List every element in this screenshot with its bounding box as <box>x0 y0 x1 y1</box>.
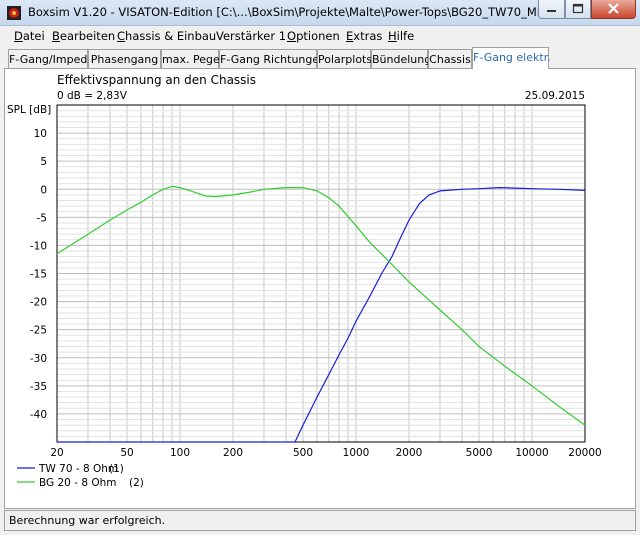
x-tick-label: 20000 <box>568 447 601 459</box>
tab-bar: F-Gang/Imped. Phasengang max. Pegel F-Ga… <box>4 47 636 69</box>
menu-extras[interactable]: Extras <box>346 29 382 43</box>
tab-polarplots[interactable]: Polarplots <box>317 49 372 68</box>
x-tick-label: 100 <box>170 447 190 459</box>
tab-chassis[interactable]: Chassis <box>428 49 472 68</box>
window-title: Boxsim V1.20 - VISATON-Edition [C:\...\B… <box>28 5 578 19</box>
minimize-icon <box>547 10 556 12</box>
x-tick-label: 5000 <box>466 447 493 459</box>
menu-bar: Datei Bearbeiten Chassis & Einbau Verstä… <box>4 27 636 46</box>
y-tick-label: 10 <box>34 128 47 140</box>
tab-buendelung[interactable]: Bündelung <box>371 49 431 68</box>
x-tick-label: 500 <box>293 447 313 459</box>
close-icon <box>608 3 619 14</box>
x-tick-label: 10000 <box>515 447 548 459</box>
x-tick-labels: 20 50 100 200 500 1000 2000 5000 10000 20000 <box>50 447 601 459</box>
chart-panel: Effektivspannung an den Chassis 0 dB = 2… <box>4 69 636 509</box>
menu-bearbeiten[interactable]: Bearbeiten <box>52 29 115 43</box>
y-tick-label: 5 <box>40 156 47 168</box>
series-line-1 <box>57 187 586 443</box>
legend-label-tw70: TW 70 - 8 Ohm <box>38 463 118 475</box>
maximize-icon <box>572 3 584 14</box>
x-tick-label: 50 <box>120 447 133 459</box>
status-bar: Berechnung war erfolgreich. <box>4 510 636 531</box>
y-tick-label: -15 <box>30 269 47 281</box>
status-text: Berechnung war erfolgreich. <box>9 514 166 527</box>
y-axis-label: SPL [dB] <box>7 104 51 116</box>
y-tick-labels: 10 5 0 -5 -10 -15 -20 -25 -30 -35 -40 <box>30 128 47 421</box>
boxsim-app-icon[interactable] <box>6 5 22 21</box>
tab-phasengang[interactable]: Phasengang <box>88 49 161 68</box>
grid <box>56 104 586 443</box>
x-tick-label: 2000 <box>396 447 423 459</box>
menu-hilfe[interactable]: Hilfe <box>388 29 414 43</box>
x-tick-label: 200 <box>223 447 243 459</box>
y-tick-label: -25 <box>30 325 47 337</box>
tab-f-gang-elektr[interactable]: F-Gang elektr. <box>472 47 551 69</box>
legend-suffix-tw70: (1) <box>109 463 124 475</box>
menu-verstaerker[interactable]: Verstärker 1 <box>216 29 286 43</box>
tab-f-gang-richtungen[interactable]: F-Gang Richtungen <box>219 49 326 68</box>
curves <box>56 185 586 443</box>
y-tick-label: -30 <box>30 353 47 365</box>
tab-max-pegel[interactable]: max. Pegel <box>161 49 223 68</box>
y-tick-label: 0 <box>40 184 47 196</box>
tab-f-gang-imped[interactable]: F-Gang/Imped. <box>8 49 91 68</box>
maximize-button[interactable] <box>565 0 591 19</box>
close-button[interactable] <box>591 0 636 19</box>
menu-optionen[interactable]: Optionen <box>287 29 340 43</box>
chart-subtitle: 0 dB = 2,83V <box>57 90 128 102</box>
minimize-button[interactable] <box>538 0 565 19</box>
title-bar: Boxsim V1.20 - VISATON-Edition [C:\...\B… <box>0 0 640 26</box>
y-tick-label: -10 <box>30 240 47 252</box>
legend: TW 70 - 8 Ohm (1) BG 20 - 8 Ohm (2) <box>17 463 144 489</box>
chart-date: 25.09.2015 <box>525 90 585 102</box>
chart-title: Effektivspannung an den Chassis <box>57 73 256 87</box>
y-tick-label: -5 <box>37 212 47 224</box>
y-tick-label: -35 <box>30 381 47 393</box>
menu-chassis-einbau[interactable]: Chassis & Einbau <box>117 29 216 43</box>
legend-label-bg20: BG 20 - 8 Ohm <box>39 477 116 489</box>
frequency-response-chart[interactable]: Effektivspannung an den Chassis 0 dB = 2… <box>5 69 635 507</box>
menu-datei[interactable]: Datei <box>14 29 45 43</box>
legend-suffix-bg20: (2) <box>129 477 144 489</box>
y-tick-label: -20 <box>30 297 47 309</box>
y-tick-label: -40 <box>30 409 47 421</box>
x-tick-label: 20 <box>50 447 63 459</box>
x-tick-label: 1000 <box>343 447 370 459</box>
